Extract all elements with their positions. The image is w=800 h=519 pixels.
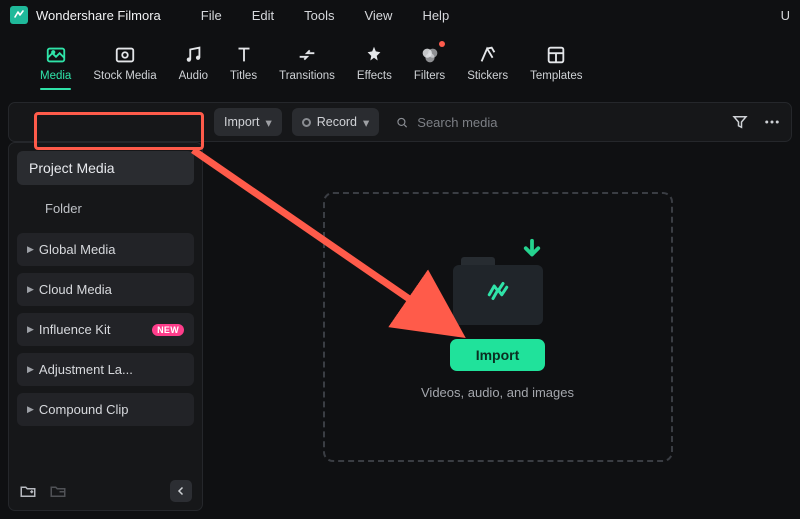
sidebar-item-label: Compound Clip	[39, 402, 129, 417]
tab-titles[interactable]: Titles	[226, 42, 261, 84]
caret-right-icon: ▶	[27, 364, 34, 375]
tab-label: Stickers	[467, 70, 508, 82]
sidebar-item-cloud-media[interactable]: ▶ Cloud Media	[17, 273, 194, 306]
tab-label: Titles	[230, 70, 257, 82]
record-dropdown-label: Record	[317, 115, 357, 129]
tab-audio[interactable]: Audio	[175, 42, 212, 84]
search-icon	[395, 115, 409, 130]
tab-filters[interactable]: Filters	[410, 42, 449, 84]
sidebar-item-adjustment-layer[interactable]: ▶ Adjustment La...	[17, 353, 194, 386]
more-options-button[interactable]	[763, 113, 781, 131]
tab-label: Templates	[530, 70, 582, 82]
dropzone-caption: Videos, audio, and images	[421, 385, 574, 400]
collapse-sidebar-button[interactable]	[170, 480, 192, 502]
tab-media[interactable]: Media	[36, 42, 75, 84]
titles-icon	[233, 44, 255, 66]
delete-folder-button[interactable]	[49, 482, 67, 500]
app-title: Wondershare Filmora	[36, 8, 161, 23]
caret-right-icon: ▶	[27, 324, 34, 335]
caret-right-icon: ▶	[27, 284, 34, 295]
sidebar-item-global-media[interactable]: ▶ Global Media	[17, 233, 194, 266]
folder-import-icon	[453, 253, 543, 325]
import-button[interactable]: Import	[450, 339, 546, 371]
menu-file[interactable]: File	[201, 8, 222, 23]
sidebar: Project Media Folder ▶ Global Media ▶ Cl…	[8, 142, 203, 511]
tab-label: Audio	[179, 70, 208, 82]
stock-media-icon	[114, 44, 136, 66]
stickers-icon	[477, 44, 499, 66]
templates-icon	[545, 44, 567, 66]
chevron-down-icon: ▾	[265, 115, 271, 130]
record-dropdown[interactable]: Record ▾	[292, 108, 380, 136]
menu-view[interactable]: View	[364, 8, 392, 23]
menu-help[interactable]: Help	[422, 8, 449, 23]
sidebar-item-label: Adjustment La...	[39, 362, 133, 377]
menu-tools[interactable]: Tools	[304, 8, 334, 23]
import-dropzone[interactable]: Import Videos, audio, and images	[323, 192, 673, 462]
filter-settings-button[interactable]	[731, 113, 749, 131]
import-dropdown-label: Import	[224, 115, 259, 129]
notification-dot-icon	[439, 41, 445, 47]
sidebar-item-label: Influence Kit	[39, 322, 111, 337]
titlebar-right-char: U	[781, 8, 790, 23]
sidebar-sub-folder[interactable]: Folder	[17, 193, 194, 226]
import-dropdown[interactable]: Import ▾	[214, 108, 282, 136]
new-badge: NEW	[152, 324, 184, 336]
tab-stickers[interactable]: Stickers	[463, 42, 512, 84]
chevron-down-icon: ▾	[363, 115, 369, 130]
sidebar-head-project-media[interactable]: Project Media	[17, 151, 194, 185]
tab-label: Effects	[357, 70, 392, 82]
sidebar-item-label: Cloud Media	[39, 282, 112, 297]
tab-transitions[interactable]: Transitions	[275, 42, 339, 84]
tab-label: Media	[40, 70, 71, 82]
sidebar-item-influence-kit[interactable]: ▶ Influence Kit NEW	[17, 313, 194, 346]
secondary-bar: Import ▾ Record ▾	[8, 102, 792, 142]
tab-label: Stock Media	[93, 70, 156, 82]
effects-icon	[363, 44, 385, 66]
app-logo-icon	[10, 6, 28, 24]
caret-right-icon: ▶	[27, 404, 34, 415]
audio-icon	[182, 44, 204, 66]
chevron-left-icon	[175, 485, 187, 497]
search-input[interactable]	[417, 115, 721, 130]
filters-icon	[419, 44, 441, 66]
tab-templates[interactable]: Templates	[526, 42, 586, 84]
record-icon	[302, 118, 311, 127]
new-folder-button[interactable]	[19, 482, 37, 500]
sidebar-item-label: Global Media	[39, 242, 116, 257]
caret-right-icon: ▶	[27, 244, 34, 255]
transitions-icon	[296, 44, 318, 66]
search-field[interactable]	[389, 115, 721, 130]
tab-label: Filters	[414, 70, 445, 82]
media-icon	[45, 44, 67, 66]
tab-stock-media[interactable]: Stock Media	[89, 42, 160, 84]
menubar: File Edit Tools View Help	[201, 8, 449, 23]
menu-edit[interactable]: Edit	[252, 8, 274, 23]
tab-effects[interactable]: Effects	[353, 42, 396, 84]
main-toolbar: Media Stock Media Audio Titles Transitio…	[0, 30, 800, 96]
sidebar-item-compound-clip[interactable]: ▶ Compound Clip	[17, 393, 194, 426]
tab-label: Transitions	[279, 70, 335, 82]
